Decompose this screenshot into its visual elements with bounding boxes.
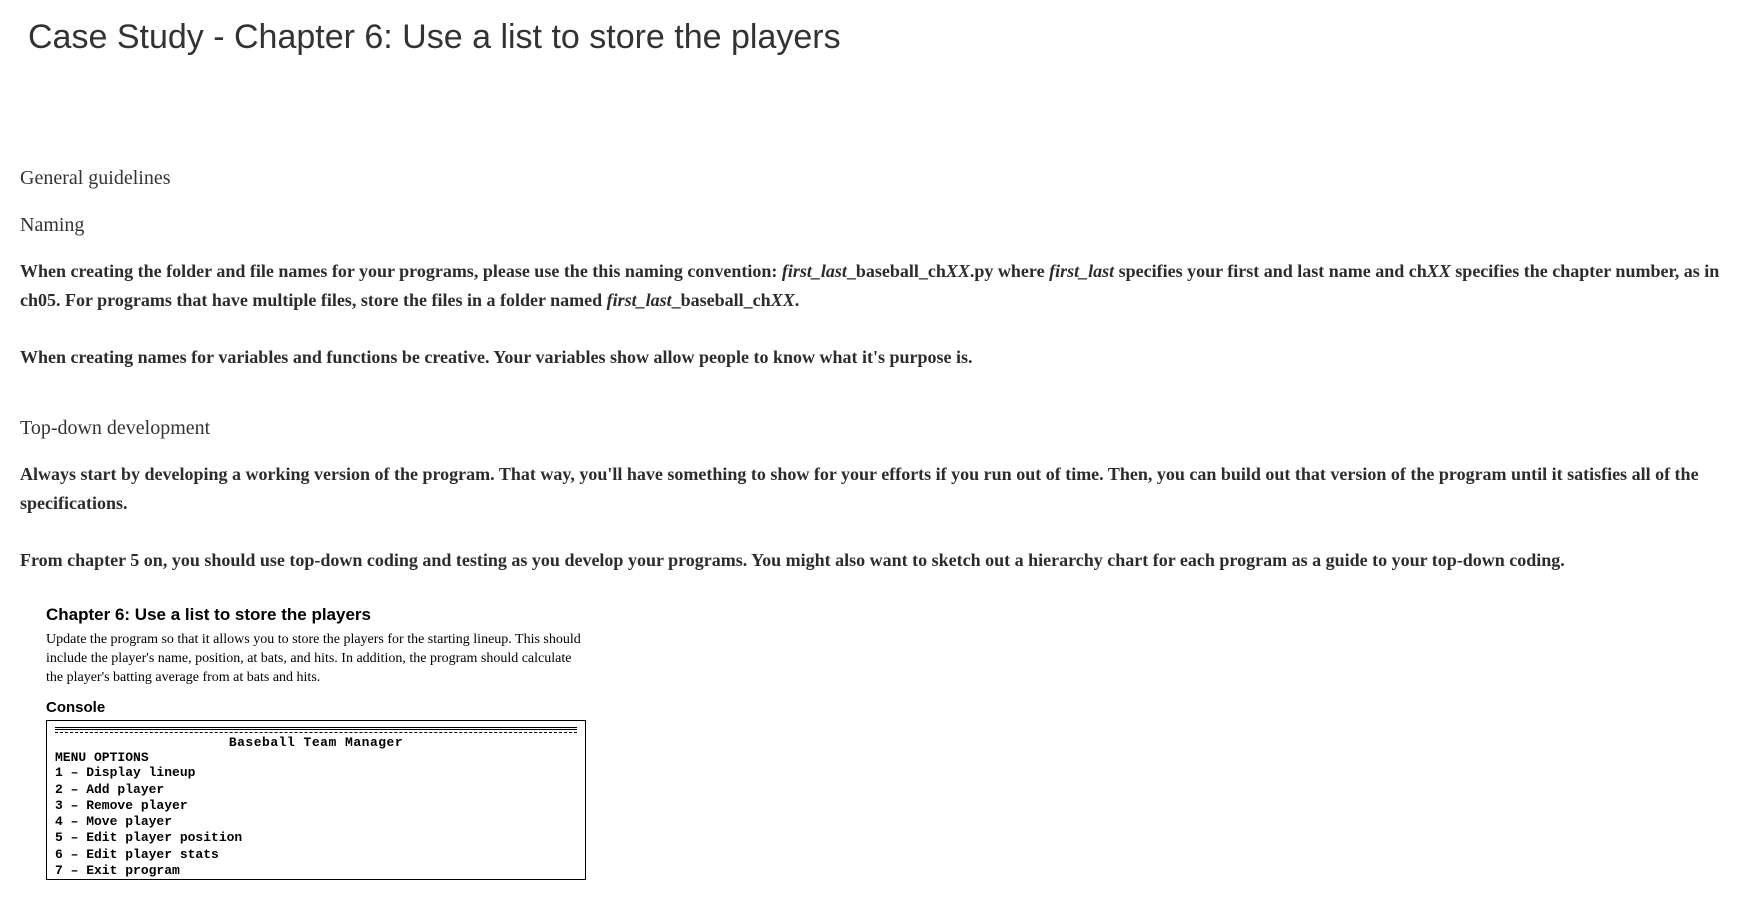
console-divider — [55, 732, 577, 733]
console-menu-label: MENU OPTIONS — [55, 750, 577, 765]
main-content: General guidelines Naming When creating … — [0, 67, 1761, 900]
topdown-paragraph-1: Always start by developing a working ver… — [20, 460, 1741, 518]
italic-first-last: first_last — [1049, 261, 1114, 281]
console-menu-item: 6 – Edit player stats — [55, 847, 577, 863]
console-label: Console — [46, 699, 606, 716]
italic-xx: XX — [771, 290, 795, 310]
text-span: _baseball_ch — [847, 261, 946, 281]
console-menu-item: 7 – Exit program — [55, 863, 577, 879]
text-span: specifies your first and last name and c… — [1114, 261, 1427, 281]
text-span: . — [795, 290, 800, 310]
console-menu-item: 4 – Move player — [55, 814, 577, 830]
console-output: Baseball Team Manager MENU OPTIONS 1 – D… — [46, 720, 586, 880]
topdown-heading: Top-down development — [20, 417, 1741, 440]
console-divider — [55, 727, 577, 730]
naming-paragraph-2: When creating names for variables and fu… — [20, 343, 1741, 372]
page-title: Case Study - Chapter 6: Use a list to st… — [0, 0, 1761, 67]
assignment-title: Chapter 6: Use a list to store the playe… — [46, 605, 606, 625]
console-menu-item: 2 – Add player — [55, 782, 577, 798]
console-menu-item: 5 – Edit player position — [55, 830, 577, 846]
general-guidelines-heading: General guidelines — [20, 167, 1741, 190]
console-banner: Baseball Team Manager — [55, 735, 577, 750]
italic-xx: XX — [1427, 261, 1451, 281]
italic-first-last: first_last — [782, 261, 847, 281]
naming-heading: Naming — [20, 214, 1741, 237]
text-span: .py where — [970, 261, 1049, 281]
text-span: _baseball_ch — [672, 290, 771, 310]
console-menu-item: 1 – Display lineup — [55, 765, 577, 781]
console-menu-item: 3 – Remove player — [55, 798, 577, 814]
italic-first-last: first_last — [607, 290, 672, 310]
topdown-paragraph-2: From chapter 5 on, you should use top-do… — [20, 546, 1741, 575]
text-span: When creating the folder and file names … — [20, 261, 782, 281]
assignment-description: Update the program so that it allows you… — [46, 631, 586, 688]
italic-xx: XX — [946, 261, 970, 281]
naming-paragraph-1: When creating the folder and file names … — [20, 257, 1741, 315]
assignment-box: Chapter 6: Use a list to store the playe… — [46, 605, 606, 880]
